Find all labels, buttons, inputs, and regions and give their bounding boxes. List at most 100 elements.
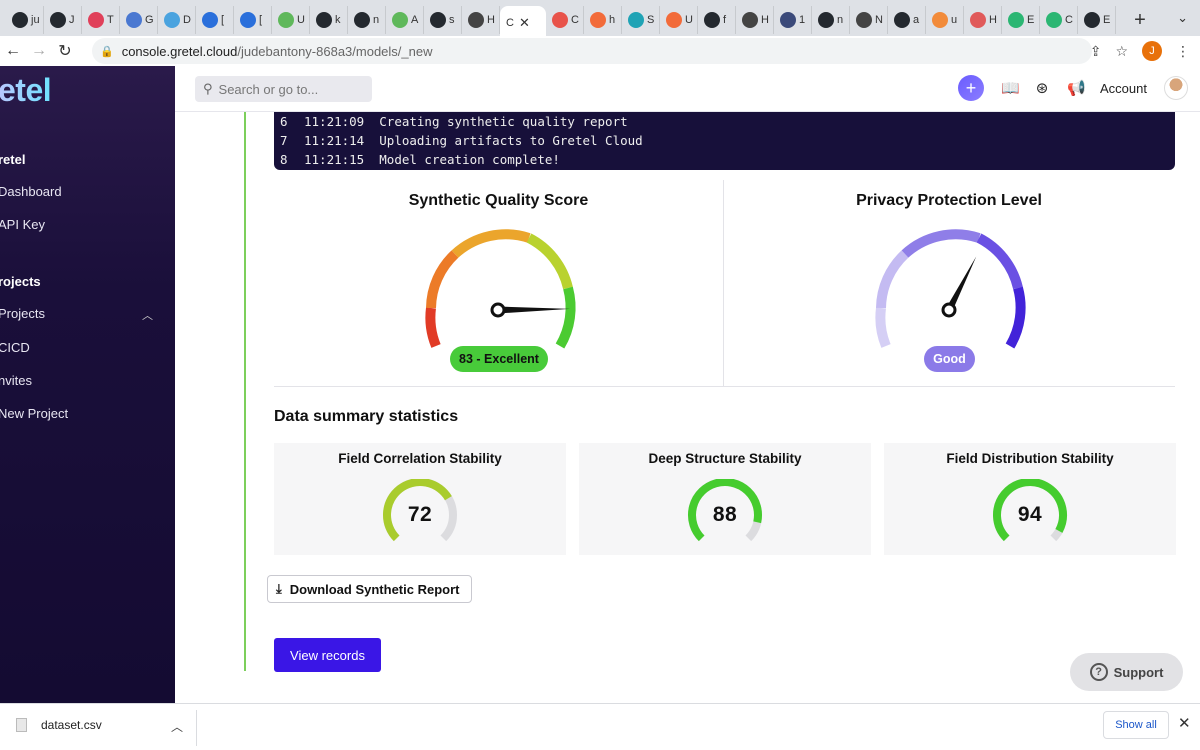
stat-card-value: 94: [1017, 503, 1043, 526]
download-report-button[interactable]: ⤓ Download Synthetic Report: [267, 575, 472, 603]
browser-tab[interactable]: E: [1002, 6, 1040, 34]
download-item[interactable]: dataset.csv: [16, 718, 102, 732]
browser-tab[interactable]: D: [158, 6, 196, 34]
address-bar[interactable]: 🔒 console.gretel.cloud/judebantony-868a3…: [92, 38, 1092, 64]
browser-tab[interactable]: ju: [6, 6, 44, 34]
chevron-up-icon[interactable]: ︿: [142, 307, 153, 323]
browser-tab[interactable]: H: [964, 6, 1002, 34]
chevron-up-icon[interactable]: ︿: [171, 718, 183, 735]
tab-label: k: [335, 14, 341, 26]
download-icon: ⤓: [276, 581, 282, 596]
bookmark-star-icon[interactable]: ☆: [1115, 43, 1128, 60]
browser-tab[interactable]: f: [698, 6, 736, 34]
browser-tab[interactable]: h: [584, 6, 622, 34]
tab-favicon-icon: [780, 12, 796, 28]
tab-label: ju: [31, 14, 40, 26]
browser-tab[interactable]: U: [272, 6, 310, 34]
browser-tab[interactable]: H: [462, 6, 500, 34]
browser-tab[interactable]: n: [812, 6, 850, 34]
profile-avatar[interactable]: J: [1142, 41, 1162, 61]
browser-tab-active[interactable]: C ✕: [500, 6, 546, 40]
file-icon: [16, 718, 27, 732]
browser-tab[interactable]: S: [622, 6, 660, 34]
tab-favicon-icon: [50, 12, 66, 28]
browser-tab[interactable]: C: [546, 6, 584, 34]
tab-favicon-icon: [88, 12, 104, 28]
tab-favicon-icon: [12, 12, 28, 28]
browser-tab[interactable]: [: [234, 6, 272, 34]
sidebar-item-dashboard[interactable]: Dashboard: [0, 184, 62, 199]
user-avatar[interactable]: [1164, 76, 1188, 100]
new-tab-button[interactable]: +: [1124, 9, 1156, 32]
docs-book-icon[interactable]: 📖: [1001, 79, 1020, 97]
tab-favicon-icon: [590, 12, 606, 28]
browser-tab[interactable]: n: [348, 6, 386, 34]
back-arrow-icon[interactable]: ←: [0, 42, 26, 60]
tab-label: E: [1103, 14, 1111, 26]
tab-label: G: [145, 14, 154, 26]
browser-menu-icon[interactable]: ⋮: [1176, 43, 1190, 60]
support-button[interactable]: ? Support: [1070, 653, 1183, 691]
stat-card-value: 72: [407, 503, 433, 526]
browser-tab[interactable]: H: [736, 6, 774, 34]
tab-favicon-icon: [552, 12, 568, 28]
synthetic-quality-title: Synthetic Quality Score: [408, 192, 589, 209]
progress-timeline-line: [244, 112, 246, 671]
browser-tab[interactable]: A: [386, 6, 424, 34]
browser-tab[interactable]: J: [44, 6, 82, 34]
tab-favicon-icon: [856, 12, 872, 28]
tab-favicon-icon: [628, 12, 644, 28]
log-line: 6 11:21:09 Creating synthetic quality rep…: [280, 114, 628, 129]
browser-tab[interactable]: 1: [774, 6, 812, 34]
browser-tab[interactable]: E: [1078, 6, 1116, 34]
view-records-button[interactable]: View records: [274, 638, 381, 672]
search-placeholder: Search or go to...: [218, 81, 319, 97]
tab-favicon-icon: [742, 12, 758, 28]
log-line: 8 11:21:15 Model creation complete!: [280, 152, 560, 167]
tab-favicon-icon: [704, 12, 720, 28]
announcements-megaphone-icon[interactable]: 📢: [1067, 79, 1086, 97]
score-gauges: Synthetic Quality Score 83 - Excellent P…: [274, 180, 1175, 387]
close-tab-icon[interactable]: ✕: [519, 15, 530, 31]
browser-tab[interactable]: s: [424, 6, 462, 34]
help-lifebuoy-icon[interactable]: ⊛: [1034, 79, 1050, 97]
stat-card-field-distribution: Field Distribution Stability 94: [884, 443, 1176, 555]
browser-tab[interactable]: U: [660, 6, 698, 34]
reload-icon[interactable]: ↻: [52, 41, 78, 61]
share-icon[interactable]: ⇪: [1090, 43, 1102, 60]
gretel-logo[interactable]: etel: [0, 72, 52, 109]
browser-tab[interactable]: C: [1040, 6, 1078, 34]
tab-label: J: [69, 14, 75, 26]
browser-tab[interactable]: [: [196, 6, 234, 34]
tab-label: a: [913, 14, 920, 26]
privacy-protection-gauge: [875, 229, 1026, 349]
browser-tab[interactable]: k: [310, 6, 348, 34]
search-input[interactable]: ⚲ Search or go to...: [195, 76, 372, 102]
forward-arrow-icon[interactable]: →: [26, 42, 52, 60]
sidebar-item-invites[interactable]: nvites: [0, 373, 32, 388]
account-menu[interactable]: Account: [1100, 81, 1147, 96]
create-plus-button[interactable]: +: [958, 75, 985, 101]
tab-label: U: [297, 14, 305, 26]
close-icon[interactable]: ✕: [1178, 714, 1191, 732]
browser-tab[interactable]: a: [888, 6, 926, 34]
sidebar: etel retel Dashboard API Key rojects Pro…: [0, 66, 175, 703]
tab-label: C: [506, 17, 514, 29]
browser-tab[interactable]: G: [120, 6, 158, 34]
tab-label: [: [221, 14, 225, 26]
sidebar-item-api-key[interactable]: API Key: [0, 217, 45, 232]
sidebar-item-new-project[interactable]: New Project: [0, 406, 68, 421]
show-all-downloads-button[interactable]: Show all: [1103, 711, 1169, 739]
question-mark-icon: ?: [1089, 663, 1108, 681]
tab-label: 1: [799, 14, 806, 26]
browser-tab[interactable]: T: [82, 6, 120, 34]
sidebar-item-projects[interactable]: Projects ︿: [0, 306, 175, 323]
tab-label: C: [1065, 14, 1073, 26]
tab-favicon-icon: [316, 12, 332, 28]
sidebar-item-cicd[interactable]: CICD: [0, 340, 30, 355]
browser-tab[interactable]: N: [850, 6, 888, 34]
browser-tab[interactable]: u: [926, 6, 964, 34]
tab-search-chevron-icon[interactable]: ⌄: [1177, 10, 1188, 26]
tab-label: n: [837, 14, 844, 26]
app-header: ⚲ Search or go to... + 📖 ⊛ 📢 Account: [175, 66, 1200, 112]
